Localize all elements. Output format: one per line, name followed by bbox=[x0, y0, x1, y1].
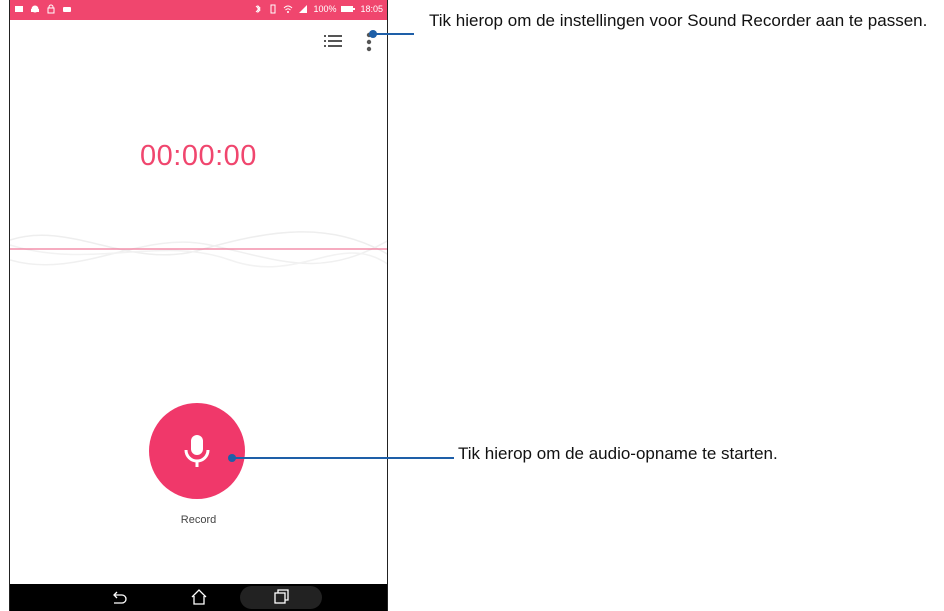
gallery-icon bbox=[15, 6, 23, 12]
settings-callout-line bbox=[372, 33, 414, 35]
navigation-bar bbox=[10, 584, 387, 611]
status-time: 18:05 bbox=[360, 4, 383, 14]
settings-callout-text: Tik hierop om de instellingen voor Sound… bbox=[429, 11, 928, 30]
waveform bbox=[10, 231, 387, 268]
cloud-icon bbox=[31, 5, 39, 13]
recents-icon[interactable] bbox=[272, 588, 290, 606]
record-callout-text: Tik hierop om de audio-opname te starten… bbox=[458, 444, 778, 463]
app-icon bbox=[63, 7, 71, 12]
home-icon[interactable] bbox=[190, 588, 208, 606]
signal-icon bbox=[299, 5, 308, 13]
vibrate-icon bbox=[270, 4, 276, 14]
status-right-icons: 100% 18:05 bbox=[253, 4, 383, 14]
record-callout-dot bbox=[228, 454, 236, 462]
battery-icon bbox=[341, 6, 356, 12]
bluetooth-icon bbox=[256, 4, 262, 14]
record-label: Record bbox=[180, 514, 217, 526]
wifi-icon bbox=[284, 5, 293, 13]
status-bar: 100% 18:05 bbox=[10, 0, 387, 20]
battery-percent: 100% bbox=[313, 4, 337, 14]
recording-timer: 00:00:00 bbox=[140, 140, 257, 172]
record-callout-line bbox=[232, 457, 454, 459]
lock-icon bbox=[47, 4, 55, 14]
list-icon[interactable] bbox=[324, 34, 342, 48]
back-icon[interactable] bbox=[110, 588, 128, 606]
record-button[interactable] bbox=[149, 403, 245, 499]
device-screen: 100% 18:05 00:00:00 Record bbox=[9, 0, 388, 611]
microphone-icon bbox=[184, 435, 210, 467]
settings-callout-dot bbox=[369, 30, 377, 38]
status-left-icons bbox=[14, 4, 72, 14]
